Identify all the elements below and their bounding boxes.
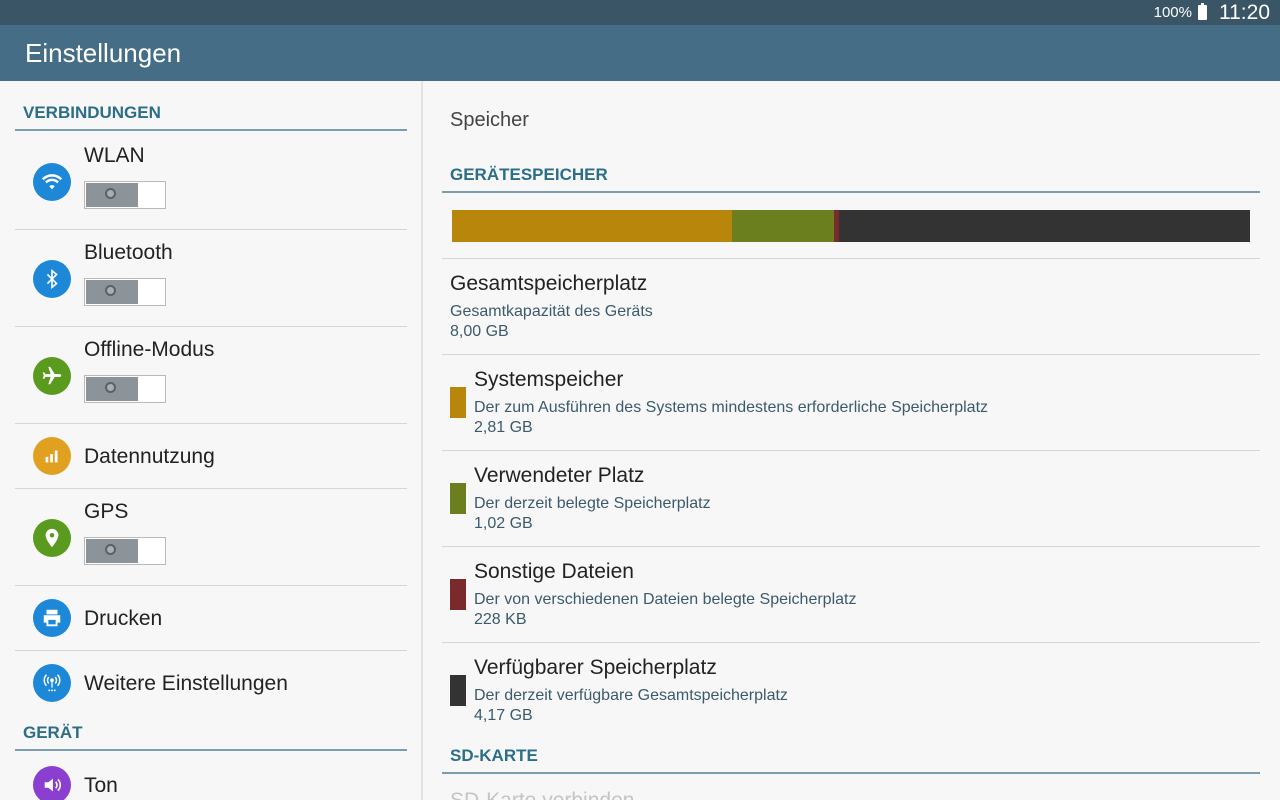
row-title: Verwendeter Platz [474, 464, 645, 487]
settings-sidebar[interactable]: VERBINDUNGEN WLAN Bluetooth Offline-Modu… [0, 81, 423, 800]
sidebar-item-data-usage[interactable]: Datennutzung [15, 424, 407, 489]
row-title: Sonstige Dateien [474, 560, 634, 583]
bluetooth-toggle[interactable] [84, 278, 166, 306]
wifi-icon [33, 163, 71, 201]
wlan-toggle[interactable] [84, 181, 166, 209]
toggle-knob [86, 539, 138, 563]
section-header-sd-card: SD-KARTE [442, 743, 1260, 774]
row-subtitle: Der derzeit belegte Speicherplatz [474, 495, 711, 512]
row-title: Gesamtspeicherplatz [450, 272, 648, 295]
toggle-knob [86, 280, 138, 304]
data-usage-icon [33, 437, 71, 475]
sidebar-item-label: Weitere Einstellungen [84, 672, 288, 695]
row-value: 1,02 GB [474, 515, 533, 532]
sidebar-item-label: Drucken [84, 607, 163, 630]
row-value: 2,81 GB [474, 419, 533, 436]
sidebar-item-gps[interactable]: GPS [15, 489, 407, 586]
status-right: 100% 11:20 [1154, 0, 1270, 25]
sidebar-item-label: GPS [84, 500, 129, 523]
sidebar-item-label: Bluetooth [84, 241, 173, 264]
page-title: Speicher [450, 109, 529, 131]
storage-usage-bar [452, 210, 1250, 242]
bluetooth-icon [33, 260, 71, 298]
color-swatch [450, 483, 466, 514]
row-title: Systemspeicher [474, 368, 624, 391]
speaker-icon [33, 766, 71, 800]
sidebar-item-more-settings[interactable]: Weitere Einstellungen [15, 651, 407, 716]
sidebar-item-label: Ton [84, 774, 118, 797]
row-subtitle: Der von verschiedenen Dateien belegte Sp… [474, 591, 857, 608]
storage-bar-segment [452, 210, 733, 242]
sidebar-item-sound[interactable]: Ton [15, 753, 407, 800]
antenna-icon [33, 664, 71, 702]
status-bar: 100% 11:20 [0, 0, 1280, 25]
row-subtitle: Gesamtkapazität des Geräts [450, 303, 653, 320]
sd-card-connect-item[interactable]: SD-Karte verbinden [450, 789, 634, 800]
battery-icon [1198, 3, 1207, 20]
section-header-device-storage: GERÄTESPEICHER [442, 162, 1260, 193]
printer-icon [33, 599, 71, 637]
sidebar-item-offline-mode[interactable]: Offline-Modus [15, 327, 407, 424]
total-storage-row: Gesamtspeicherplatz Gesamtkapazität des … [450, 259, 1250, 354]
toggle-knob [86, 183, 138, 207]
section-header-device: GERÄT [15, 721, 407, 751]
row-value: 228 KB [474, 611, 527, 628]
storage-detail-pane: Speicher GERÄTESPEICHER Gesamtspeicherpl… [423, 81, 1280, 800]
sidebar-item-label: Offline-Modus [84, 338, 215, 361]
row-value: 4,17 GB [474, 707, 533, 724]
color-swatch [450, 579, 466, 610]
toggle-knob [86, 377, 138, 401]
color-swatch [450, 387, 466, 418]
sidebar-item-wlan[interactable]: WLAN [15, 133, 407, 230]
used-space-row[interactable]: Verwendeter Platz Der derzeit belegte Sp… [450, 451, 1250, 546]
offline-mode-toggle[interactable] [84, 375, 166, 403]
sidebar-item-bluetooth[interactable]: Bluetooth [15, 230, 407, 327]
sidebar-item-label: WLAN [84, 144, 145, 167]
airplane-icon [33, 357, 71, 395]
system-storage-row[interactable]: Systemspeicher Der zum Ausführen des Sys… [450, 355, 1250, 450]
row-subtitle: Der zum Ausführen des Systems mindestens… [474, 399, 989, 416]
sidebar-item-label: Datennutzung [84, 445, 215, 468]
location-pin-icon [33, 519, 71, 557]
storage-bar-segment [732, 210, 834, 242]
row-value: 8,00 GB [450, 323, 509, 340]
battery-percentage: 100% [1153, 4, 1192, 21]
section-header-connections: VERBINDUNGEN [15, 101, 407, 131]
clock: 11:20 [1219, 0, 1270, 24]
color-swatch [450, 675, 466, 706]
row-subtitle: Der derzeit verfügbare Gesamtspeicherpla… [474, 687, 788, 704]
app-title: Einstellungen [25, 38, 182, 68]
storage-bar-segment [838, 210, 1250, 242]
row-title: Verfügbarer Speicherplatz [474, 656, 717, 679]
gps-toggle[interactable] [84, 537, 166, 565]
misc-files-row[interactable]: Sonstige Dateien Der von verschiedenen D… [450, 547, 1250, 642]
sidebar-item-print[interactable]: Drucken [15, 586, 407, 651]
action-bar: Einstellungen [0, 25, 1280, 81]
available-space-row: Verfügbarer Speicherplatz Der derzeit ve… [450, 643, 1250, 738]
